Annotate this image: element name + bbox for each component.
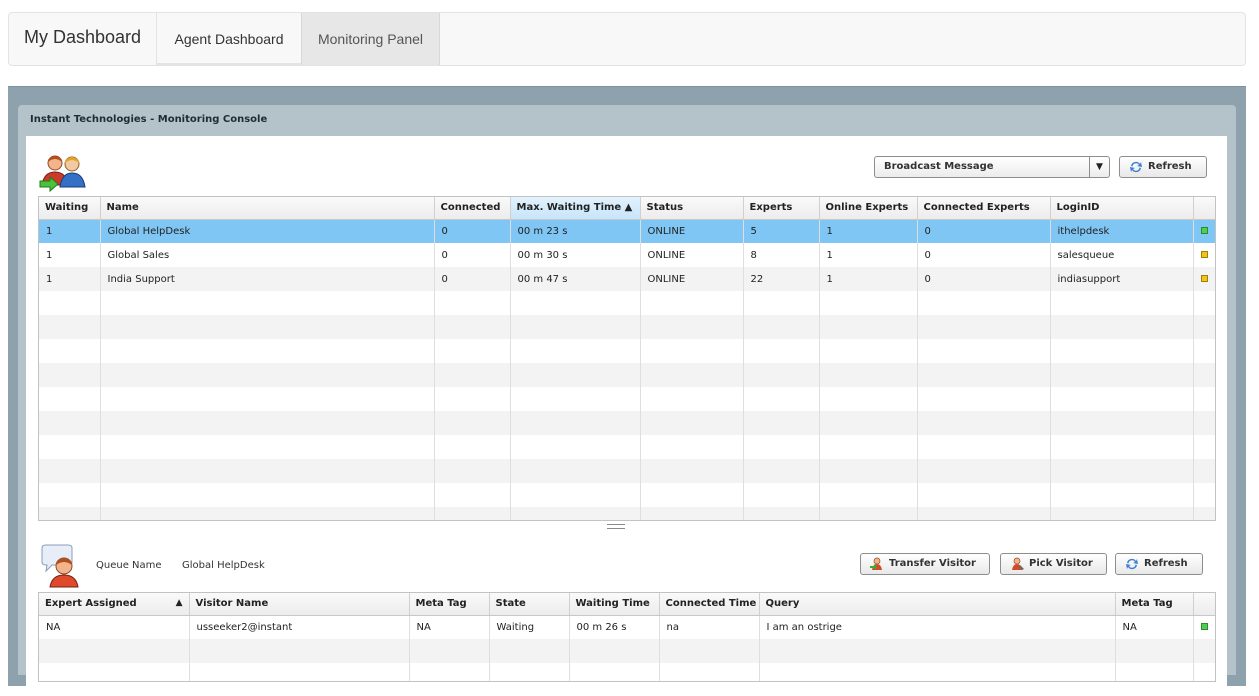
empty-row xyxy=(39,663,1215,681)
transfer-visitor-button[interactable]: Transfer Visitor xyxy=(860,553,990,575)
broadcast-message-label: Broadcast Message xyxy=(884,161,994,172)
col-meta-tag-2[interactable]: Meta Tag xyxy=(1115,593,1194,616)
empty-row xyxy=(39,363,1215,387)
empty-row xyxy=(39,339,1215,363)
visitors-refresh-label: Refresh xyxy=(1144,558,1188,569)
refresh-icon xyxy=(1126,558,1138,570)
col-connected-time[interactable]: Connected Time xyxy=(659,593,760,616)
col-connected-experts[interactable]: Connected Experts xyxy=(917,197,1051,220)
table-row[interactable]: NA usseeker2@instant NA Waiting 00 m 26 … xyxy=(39,615,1215,639)
empty-row xyxy=(39,459,1215,483)
col-indicator xyxy=(1193,593,1215,616)
tab-monitoring-panel[interactable]: Monitoring Panel xyxy=(301,13,440,65)
table-row[interactable]: 1 Global Sales 0 00 m 30 s ONLINE 8 1 0 … xyxy=(39,243,1215,267)
visitor-chat-icon xyxy=(41,544,79,588)
brand-title[interactable]: My Dashboard xyxy=(24,27,141,48)
refresh-icon xyxy=(1130,161,1142,173)
visitors-grid: Expert Assigned ▲ Visitor Name Meta Tag S… xyxy=(38,592,1216,682)
col-expert-assigned[interactable]: Expert Assigned ▲ xyxy=(39,593,190,616)
col-status[interactable]: Status xyxy=(640,197,744,220)
col-max-waiting-time[interactable]: Max. Waiting Time ▲ xyxy=(510,197,641,220)
empty-row xyxy=(39,507,1215,520)
pick-visitor-button[interactable]: Pick Visitor xyxy=(1000,553,1107,575)
tab-agent-dashboard[interactable]: Agent Dashboard xyxy=(156,13,301,65)
empty-row xyxy=(39,639,1215,663)
col-visitor-name[interactable]: Visitor Name xyxy=(189,593,410,616)
queue-name-value: Global HelpDesk xyxy=(182,560,265,571)
visitors-header-row: Expert Assigned ▲ Visitor Name Meta Tag S… xyxy=(39,593,1215,616)
table-row[interactable]: 1 India Support 0 00 m 47 s ONLINE 22 1 … xyxy=(39,267,1215,291)
visitors-refresh-button[interactable]: Refresh xyxy=(1115,553,1203,575)
col-indicator xyxy=(1193,197,1215,220)
chevron-down-icon[interactable]: ▼ xyxy=(1089,157,1109,177)
sort-asc-icon: ▲ xyxy=(175,598,183,609)
queue-users-icon xyxy=(39,155,86,193)
col-query[interactable]: Query xyxy=(759,593,1116,616)
panel-title: Instant Technologies - Monitoring Consol… xyxy=(30,114,268,125)
col-meta-tag[interactable]: Meta Tag xyxy=(409,593,490,616)
empty-row xyxy=(39,291,1215,315)
transfer-visitor-label: Transfer Visitor xyxy=(889,558,976,569)
col-loginid[interactable]: LoginID xyxy=(1050,197,1194,220)
status-indicator-icon xyxy=(1200,227,1208,235)
top-navbar: My Dashboard Agent Dashboard Monitoring … xyxy=(8,12,1246,66)
col-name[interactable]: Name xyxy=(100,197,435,220)
transfer-visitor-icon xyxy=(870,557,882,570)
monitoring-console-panel: Instant Technologies - Monitoring Consol… xyxy=(18,105,1236,696)
queue-name-label: Queue Name xyxy=(96,560,162,571)
status-indicator-icon xyxy=(1200,275,1208,282)
col-state[interactable]: State xyxy=(489,593,570,616)
queues-grid: Waiting Name Connected Max. Waiting Time… xyxy=(38,196,1216,521)
empty-row xyxy=(39,387,1215,411)
empty-row xyxy=(39,435,1215,459)
pick-visitor-label: Pick Visitor xyxy=(1029,558,1093,569)
col-waiting[interactable]: Waiting xyxy=(39,197,101,220)
col-online-experts[interactable]: Online Experts xyxy=(819,197,918,220)
pick-visitor-icon xyxy=(1012,557,1024,570)
queues-refresh-button[interactable]: Refresh xyxy=(1119,156,1207,178)
status-indicator-icon xyxy=(1200,251,1208,258)
splitter-handle[interactable] xyxy=(607,524,625,529)
queues-refresh-label: Refresh xyxy=(1148,161,1192,172)
queues-header-row: Waiting Name Connected Max. Waiting Time… xyxy=(39,197,1215,220)
col-experts[interactable]: Experts xyxy=(743,197,820,220)
status-indicator-icon xyxy=(1200,623,1208,631)
empty-row xyxy=(39,315,1215,339)
empty-row xyxy=(39,411,1215,435)
broadcast-message-select[interactable]: Broadcast Message ▼ xyxy=(874,156,1110,178)
col-connected[interactable]: Connected xyxy=(434,197,511,220)
console-frame: Instant Technologies - Monitoring Consol… xyxy=(8,86,1246,696)
col-waiting-time[interactable]: Waiting Time xyxy=(569,593,660,616)
table-row[interactable]: 1 Global HelpDesk 0 00 m 23 s ONLINE 5 1… xyxy=(39,219,1215,243)
panel-body: Broadcast Message ▼ Refresh Waiting Name… xyxy=(26,136,1227,696)
empty-row xyxy=(39,483,1215,507)
